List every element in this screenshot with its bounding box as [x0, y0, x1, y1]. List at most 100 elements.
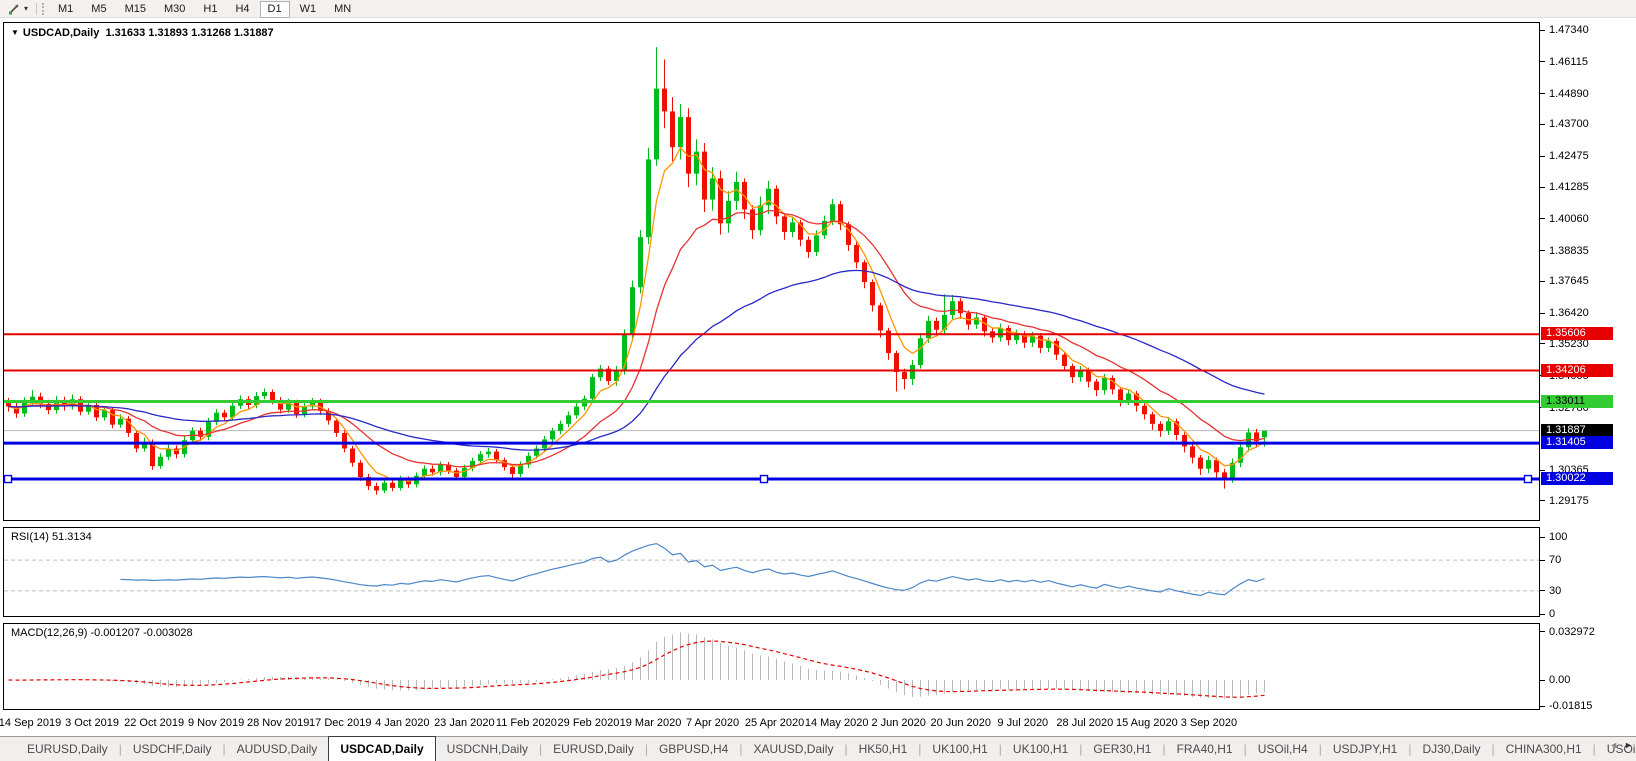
tab-scroll-left-icon[interactable]: ◄ — [1609, 740, 1618, 750]
candle-body — [1182, 435, 1187, 446]
chart-tab-audusd-daily[interactable]: AUDUSD,Daily — [226, 737, 329, 761]
timeframe-button-m1[interactable]: M1 — [50, 1, 81, 18]
price-tick-label: 1.44890 — [1549, 88, 1589, 100]
timeframe-button-w1[interactable]: W1 — [292, 1, 325, 18]
chart-tab-eurusd-daily[interactable]: EURUSD,Daily — [16, 737, 119, 761]
price-tick-mark — [1540, 470, 1545, 471]
price-tick-label: 1.42475 — [1549, 150, 1589, 162]
macd-label: MACD(12,26,9) -0.001207 -0.003028 — [11, 627, 193, 639]
timeframe-button-m30[interactable]: M30 — [156, 1, 193, 18]
candle-body — [630, 287, 635, 334]
price-tick-mark — [1540, 250, 1545, 251]
date-tick-label: 19 Mar 2020 — [620, 717, 682, 729]
candle-body — [1198, 458, 1203, 469]
chart-title: ▼USDCAD,Daily 1.31633 1.31893 1.31268 1.… — [11, 27, 274, 39]
macd-canvas[interactable] — [4, 624, 1539, 709]
line-drag-handle[interactable] — [1525, 476, 1532, 483]
candle-body — [1094, 382, 1099, 391]
candle-body — [1222, 472, 1227, 478]
candle-body — [222, 413, 227, 418]
timeframe-button-d1[interactable]: D1 — [260, 1, 290, 18]
chart-tab-gbpusd-h4[interactable]: GBPUSD,H4 — [648, 737, 739, 761]
chart-tab-eurusd-daily[interactable]: EURUSD,Daily — [542, 737, 645, 761]
price-tick-mark — [1540, 343, 1545, 344]
date-tick-label: 20 Jun 2020 — [930, 717, 991, 729]
rsi-canvas[interactable] — [4, 528, 1539, 616]
chart-tab-china300-h1[interactable]: CHINA300,H1 — [1495, 737, 1593, 761]
chart-tab-fra40-h1[interactable]: FRA40,H1 — [1166, 737, 1244, 761]
price-level-badge: 1.31405 — [1541, 436, 1613, 449]
date-tick-label: 22 Oct 2019 — [124, 717, 184, 729]
candle-body — [1190, 446, 1195, 457]
date-tick-label: 11 Feb 2020 — [496, 717, 557, 729]
candle-body — [662, 89, 667, 112]
date-tick-label: 9 Jul 2020 — [997, 717, 1048, 729]
candle-body — [134, 433, 139, 449]
cursor-tool-icon — [7, 2, 22, 15]
rsi-tick-label: 30 — [1549, 585, 1561, 597]
chart-tab-usdcad-daily[interactable]: USDCAD,Daily — [328, 736, 435, 761]
candle-body — [334, 420, 339, 432]
candle-body — [574, 406, 579, 415]
candle-body — [646, 159, 651, 237]
price-chart-panel[interactable]: ▼USDCAD,Daily 1.31633 1.31893 1.31268 1.… — [3, 22, 1540, 521]
timeframe-button-mn[interactable]: MN — [326, 1, 359, 18]
candle-body — [118, 419, 123, 425]
rsi-tick-mark — [1540, 590, 1545, 591]
rsi-tick-label: 100 — [1549, 531, 1567, 543]
chart-tab-dj30-daily[interactable]: DJ30,Daily — [1411, 737, 1491, 761]
candle-body — [558, 424, 563, 431]
date-tick-label: 28 Jul 2020 — [1056, 717, 1113, 729]
candle-body — [678, 117, 683, 147]
candle-body — [374, 486, 379, 490]
toolbar-grip-handle[interactable] — [42, 3, 45, 15]
chevron-down-icon: ▾ — [24, 4, 28, 13]
price-tick-label: 1.41285 — [1549, 181, 1589, 193]
moving-average-45 — [9, 270, 1265, 450]
rsi-panel[interactable]: RSI(14) 51.3134 — [3, 527, 1540, 617]
candle-body — [486, 452, 491, 455]
candle-body — [1142, 406, 1147, 415]
date-tick-label: 4 Jan 2020 — [375, 717, 429, 729]
chart-tab-usdcnh-daily[interactable]: USDCNH,Daily — [436, 737, 539, 761]
candle-body — [1038, 336, 1043, 348]
candle-body — [382, 483, 387, 491]
candle-body — [1262, 431, 1267, 438]
macd-panel[interactable]: MACD(12,26,9) -0.001207 -0.003028 — [3, 623, 1540, 710]
chart-tab-xauusd-daily[interactable]: XAUUSD,Daily — [742, 737, 844, 761]
chart-tab-usdchf-daily[interactable]: USDCHF,Daily — [122, 737, 223, 761]
chart-tab-ger30-h1[interactable]: GER30,H1 — [1082, 737, 1162, 761]
chart-tab-uk100-h1[interactable]: UK100,H1 — [921, 737, 998, 761]
rsi-tick-label: 70 — [1549, 554, 1561, 566]
trading-platform-window: ▾ M1M5M15M30H1H4D1W1MN ▼USDCAD,Daily 1.3… — [0, 0, 1636, 761]
cursor-tool-button[interactable]: ▾ — [3, 2, 32, 15]
candle-body — [566, 415, 571, 424]
tab-scroll-right-icon[interactable]: ► — [1624, 740, 1633, 750]
chart-tab-hk50-h1[interactable]: HK50,H1 — [848, 737, 919, 761]
price-axis: 1.473401.461151.448901.437001.424751.412… — [1540, 22, 1636, 521]
price-tick-mark — [1540, 281, 1545, 282]
date-tick-label: 28 Nov 2019 — [247, 717, 309, 729]
timeframe-button-h1[interactable]: H1 — [195, 1, 225, 18]
chart-tab-uk100-h1[interactable]: UK100,H1 — [1002, 737, 1079, 761]
price-level-badge: 1.33011 — [1541, 395, 1613, 408]
chart-tab-usdjpy-h1[interactable]: USDJPY,H1 — [1322, 737, 1408, 761]
timeframe-button-m15[interactable]: M15 — [117, 1, 154, 18]
price-chart-canvas[interactable] — [4, 23, 1539, 520]
timeframe-button-m5[interactable]: M5 — [83, 1, 114, 18]
line-drag-handle[interactable] — [761, 476, 768, 483]
date-tick-label: 17 Dec 2019 — [309, 717, 371, 729]
candle-body — [814, 235, 819, 252]
rsi-tick-mark — [1540, 560, 1545, 561]
candle-body — [1150, 414, 1155, 424]
candle-body — [422, 469, 427, 476]
candle-body — [950, 301, 955, 315]
rsi-tick-label: 0 — [1549, 608, 1555, 620]
candle-body — [902, 372, 907, 379]
line-drag-handle[interactable] — [5, 476, 12, 483]
candle-body — [1214, 460, 1219, 472]
timeframe-button-h4[interactable]: H4 — [227, 1, 257, 18]
chart-tab-usoil-h4[interactable]: USOil,H4 — [1247, 737, 1319, 761]
candle-body — [510, 467, 515, 474]
candle-body — [686, 117, 691, 174]
